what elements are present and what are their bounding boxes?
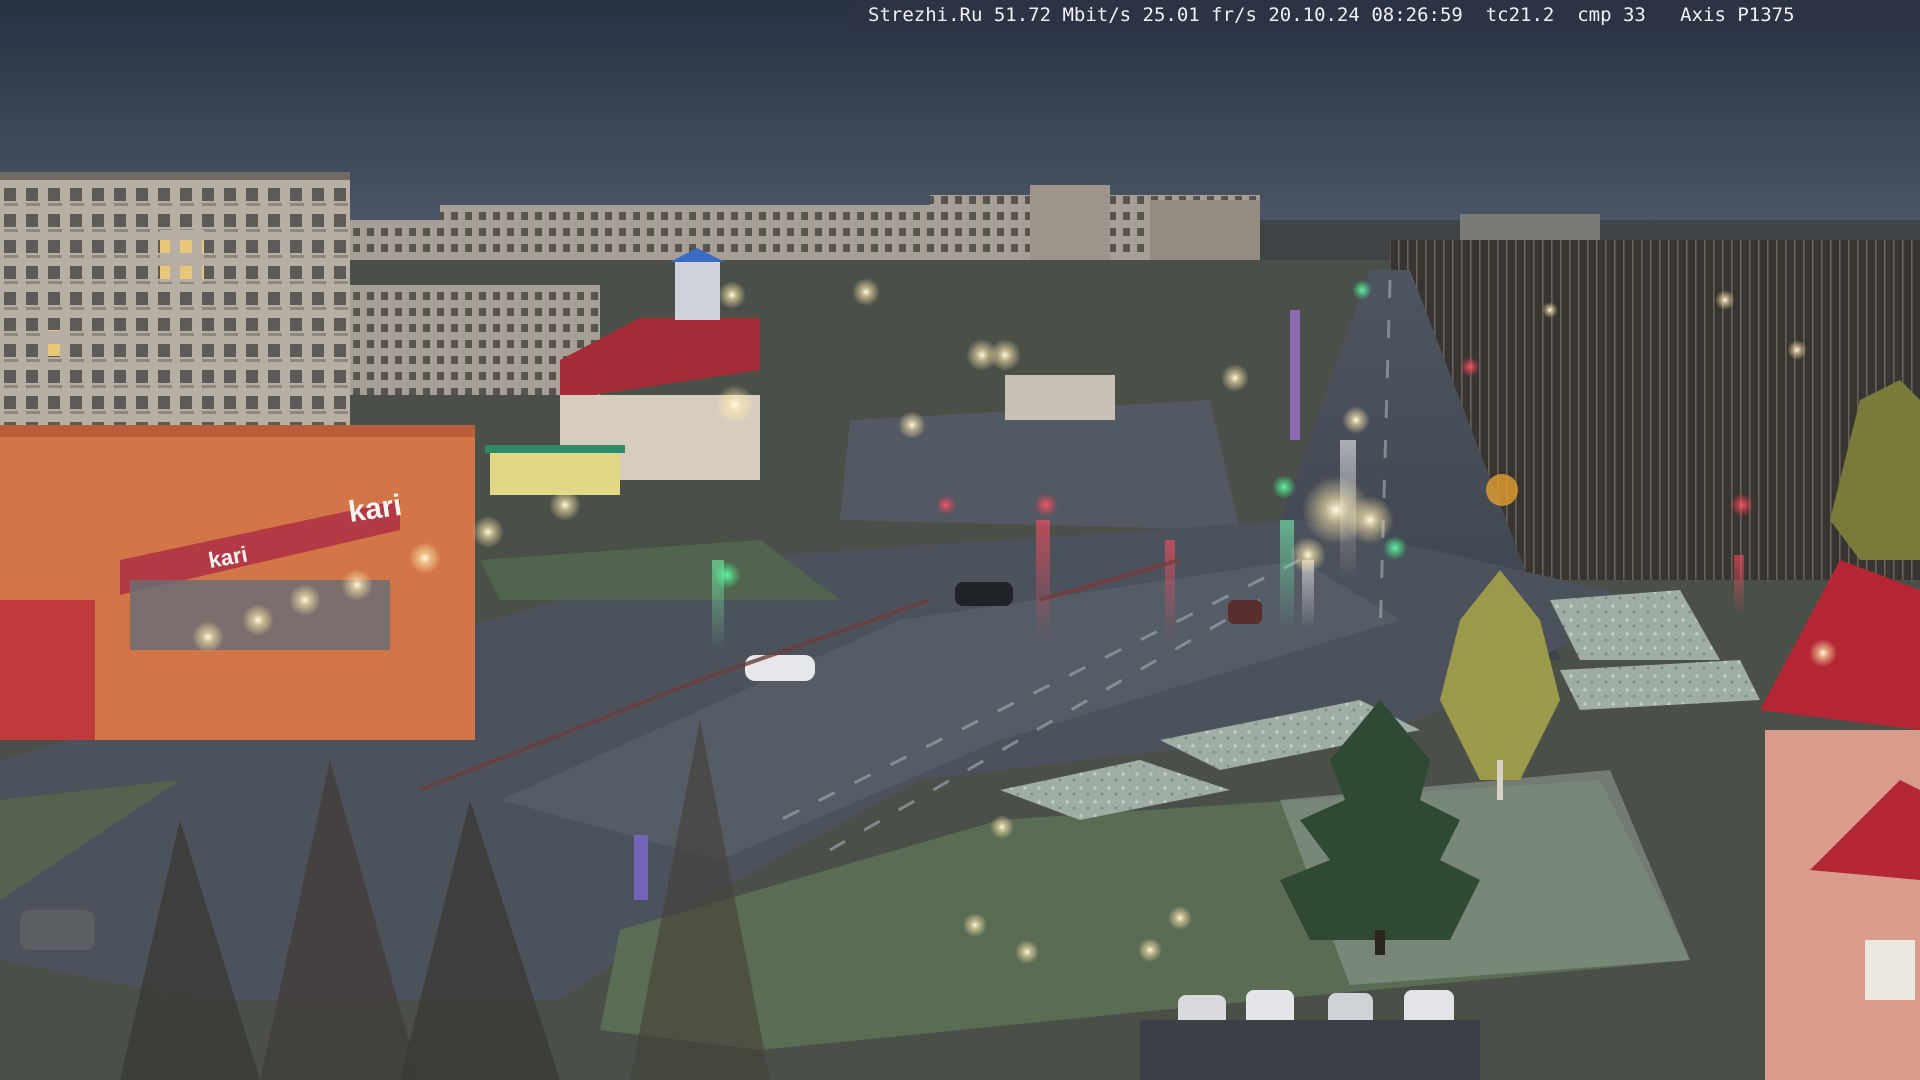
- lamp-glow: [989, 339, 1021, 371]
- reflection-red-3: [1734, 555, 1744, 615]
- lamp-glow: [963, 913, 987, 937]
- shopping-center-red-block: [0, 600, 95, 740]
- central-pavilion: [1005, 375, 1115, 420]
- apartment-roof: [0, 172, 350, 180]
- reflection-red-2: [1165, 540, 1175, 640]
- city-street-scene: kari kari: [0, 0, 1920, 1080]
- pink-building-window: [1865, 940, 1915, 1000]
- lamp-glow: [289, 584, 321, 616]
- traffic-light-green: [1272, 475, 1296, 499]
- lamp-glow: [1542, 302, 1558, 318]
- car-red-suv: [1228, 600, 1262, 624]
- parked-car-left: [20, 910, 95, 950]
- lamp-glow: [242, 604, 274, 636]
- lamp-glow: [192, 621, 224, 653]
- traffic-light-red: [1460, 357, 1480, 377]
- lamp-glow: [472, 516, 504, 548]
- lamp-glow: [341, 569, 373, 601]
- lamp-glow: [718, 281, 746, 309]
- reflection-red-1: [1036, 520, 1050, 640]
- lamp-glow: [852, 278, 880, 306]
- lamp-glow: [990, 815, 1014, 839]
- pink-building: [1765, 730, 1920, 1080]
- blue-tower: [675, 262, 720, 320]
- pine-trunk: [1375, 930, 1385, 955]
- far-building-right: [1460, 214, 1600, 244]
- traffic-light-red: [936, 495, 956, 515]
- traffic-light-red: [1730, 493, 1754, 517]
- webcam-view: kari kari Strezhi.Ru 51.72 Mbit/s 25.01 …: [0, 0, 1920, 1080]
- lamp-glow: [1015, 940, 1039, 964]
- lamp-glow: [1138, 938, 1162, 962]
- shopping-center-top: [0, 425, 475, 437]
- lamp-glow: [409, 542, 441, 574]
- lamp-glow: [715, 385, 755, 425]
- traffic-light-red: [1034, 493, 1058, 517]
- kiosk: [490, 450, 620, 495]
- apartment-block-left-lit-2: [40, 330, 62, 356]
- traffic-light-green: [1383, 536, 1407, 560]
- parking-lot: [1140, 1020, 1480, 1080]
- lamp-glow: [1221, 364, 1249, 392]
- festive-light-pole: [634, 835, 648, 900]
- traffic-light-green: [1352, 280, 1372, 300]
- traffic-light-green: [713, 561, 741, 589]
- apartment-block-left-lit: [160, 230, 204, 282]
- lamp-glow: [549, 489, 581, 521]
- car-dark-suv: [955, 582, 1013, 606]
- birch-trunk: [1497, 760, 1503, 800]
- lamp-glow: [1787, 340, 1807, 360]
- festive-light-column: [1290, 310, 1300, 440]
- kiosk-roof: [485, 445, 625, 453]
- headlight-glow: [1342, 406, 1370, 434]
- headlight-glow: [1290, 537, 1326, 573]
- lamp-glow: [898, 411, 926, 439]
- festive-palm-decoration: [1486, 474, 1518, 506]
- headlight-glow: [1346, 496, 1394, 544]
- lamp-glow: [1168, 906, 1192, 930]
- lamp-glow: [1715, 290, 1735, 310]
- reflection-green-2: [1280, 520, 1294, 630]
- lamp-glow: [1809, 639, 1837, 667]
- camera-info-overlay: Strezhi.Ru 51.72 Mbit/s 25.01 fr/s 20.10…: [850, 0, 1920, 30]
